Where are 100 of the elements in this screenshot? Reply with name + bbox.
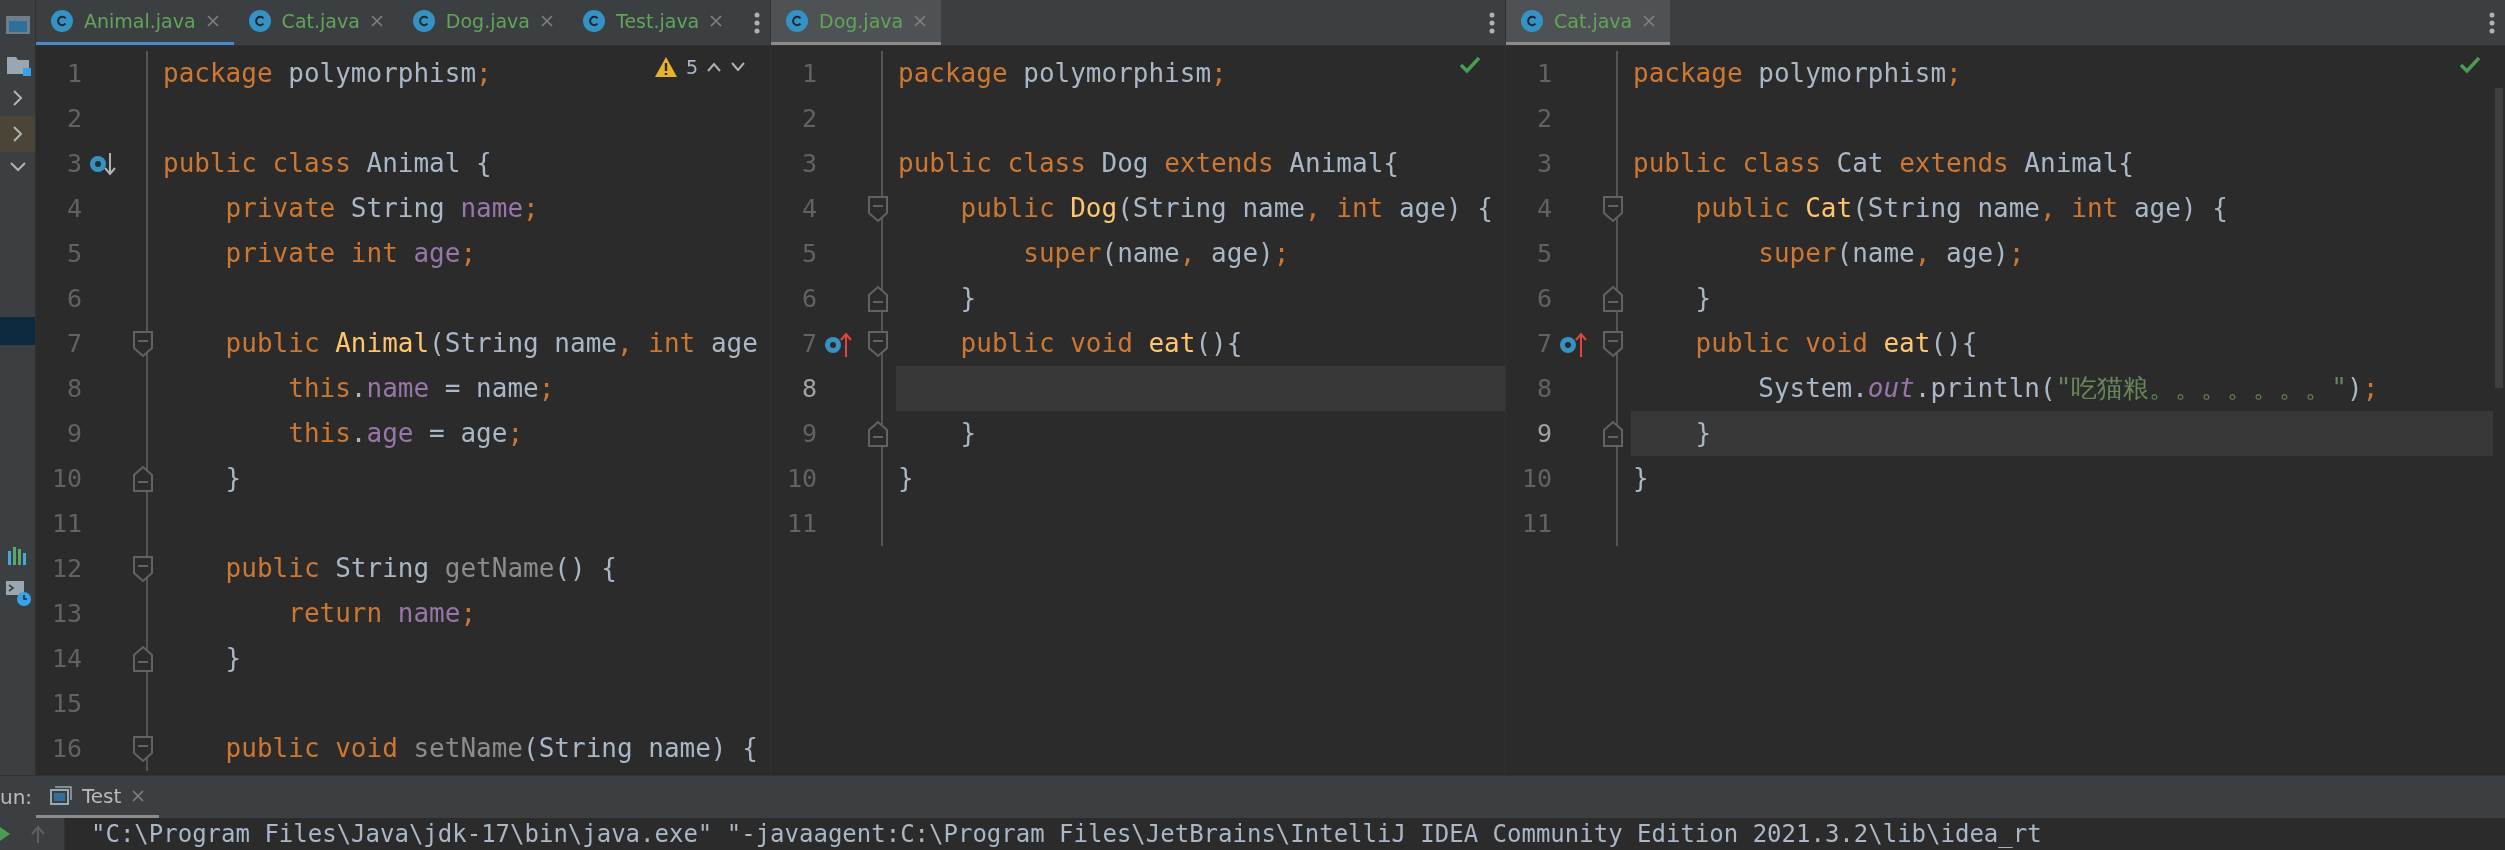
code-line: } [959, 417, 977, 450]
class-icon [50, 9, 74, 33]
line-number: 12 [50, 554, 82, 583]
file-tab[interactable]: Cat.java [1506, 0, 1671, 45]
fold-icon [1601, 419, 1624, 448]
close-icon [913, 14, 928, 28]
line-number: 14 [50, 644, 82, 673]
line-number: 10 [50, 464, 82, 493]
code-line: this.age = age; [287, 417, 524, 450]
class-icon [785, 9, 809, 33]
code-line: } [898, 462, 914, 495]
file-tab[interactable]: Dog.java [397, 0, 568, 45]
checkmark-icon [2459, 56, 2481, 74]
class-icon [247, 9, 272, 33]
code-line: } [1694, 282, 1712, 315]
line-number: 2 [800, 104, 817, 133]
checkmark-icon [1459, 56, 1481, 74]
code-line: public String getName() { [224, 552, 617, 585]
code-line: package polymorphism; [898, 57, 1227, 90]
code-line: } [1633, 462, 1649, 495]
line-number: 3 [65, 149, 82, 178]
line-number: 15 [50, 689, 82, 718]
fold-icon [131, 644, 154, 673]
code-line: super(name, age); [1022, 237, 1290, 270]
close-icon [131, 788, 146, 803]
line-number: 6 [800, 284, 817, 313]
code-line: public void eat(){ [959, 327, 1243, 360]
fold-icon [866, 284, 889, 313]
code-line: } [224, 462, 242, 495]
more-icon[interactable] [2489, 11, 2495, 34]
chevron-right-icon [10, 125, 25, 143]
line-number: 2 [65, 104, 82, 133]
code-line: } [224, 642, 242, 675]
class-icon [582, 9, 606, 33]
line-number: 11 [50, 509, 82, 538]
run-label: un: [0, 784, 34, 811]
more-icon[interactable] [1489, 11, 1495, 34]
console-output: "C:\Program Files\Java\jdk-17\bin\java.exe" "-javaagent:C:\Program Files\JetBrains\IntelliJ IDEA Community Edition 2021.3.2\lib\idea_rt [90, 819, 2042, 850]
line-number: 16 [50, 734, 82, 763]
file-tab[interactable]: Test.java [568, 0, 738, 45]
close-icon [1642, 14, 1657, 28]
fold-icon [1601, 194, 1624, 223]
fold-icon [866, 329, 889, 358]
line-number: 1 [65, 59, 82, 88]
code-line: package polymorphism; [163, 57, 492, 90]
code-line: public class Cat extends Animal{ [1633, 147, 2134, 180]
fold-icon [866, 419, 889, 448]
close-icon [709, 14, 724, 28]
file-tab[interactable]: Animal.java [36, 0, 234, 45]
code-line: } [959, 282, 977, 315]
close-icon [369, 14, 384, 28]
line-number: 8 [1535, 374, 1552, 403]
line-number: 10 [1520, 464, 1552, 493]
line-number: 7 [65, 329, 82, 358]
line-number: 7 [1535, 329, 1552, 358]
code-line: this.name = name; [287, 372, 555, 405]
code-line: public class Animal { [163, 147, 492, 180]
file-tab[interactable]: Dog.java [771, 0, 942, 45]
file-tab[interactable]: Cat.java [233, 0, 398, 45]
code-line: public Animal(String name, int age [224, 327, 758, 360]
fold-icon [866, 194, 889, 223]
fold-icon [131, 464, 154, 493]
line-number: 11 [1520, 509, 1552, 538]
code-line: public class Dog extends Animal{ [898, 147, 1399, 180]
line-number: 3 [800, 149, 817, 178]
code-line: public Dog(String name, int age) { [959, 192, 1493, 225]
line-number: 9 [800, 419, 817, 448]
code-line: public void setName(String name) { [224, 732, 758, 765]
code-line: public Cat(String name, int age) { [1694, 192, 2228, 225]
code-line: } [1694, 417, 1712, 450]
class-icon [1520, 9, 1544, 33]
window-icon [4, 14, 31, 36]
console-window-icon [50, 785, 72, 806]
code-line: private String name; [224, 192, 539, 225]
folder-icon [4, 54, 31, 76]
warning-icon [653, 56, 678, 78]
line-number: 4 [1535, 194, 1552, 223]
line-number: 1 [1535, 59, 1552, 88]
line-number: 6 [65, 284, 82, 313]
line-number: 9 [1535, 419, 1552, 448]
warning-count[interactable]: 5 [685, 56, 698, 78]
line-number: 11 [785, 509, 817, 538]
line-number: 4 [800, 194, 817, 223]
line-number: 6 [1535, 284, 1552, 313]
line-number: 9 [65, 419, 82, 448]
line-number: 7 [800, 329, 817, 358]
class-icon [411, 9, 436, 33]
line-number: 8 [800, 374, 817, 403]
play-icon[interactable] [0, 825, 10, 843]
arrow-up-icon[interactable] [30, 825, 46, 843]
fold-icon [1601, 329, 1624, 358]
chevron-down-icon [8, 161, 27, 173]
more-icon[interactable] [754, 11, 760, 34]
line-number: 5 [65, 239, 82, 268]
line-number: 13 [50, 599, 82, 628]
line-number: 10 [785, 464, 817, 493]
code-line: super(name, age); [1757, 237, 2025, 270]
line-number: 5 [1535, 239, 1552, 268]
fold-icon [131, 554, 154, 583]
line-number: 4 [65, 194, 82, 223]
